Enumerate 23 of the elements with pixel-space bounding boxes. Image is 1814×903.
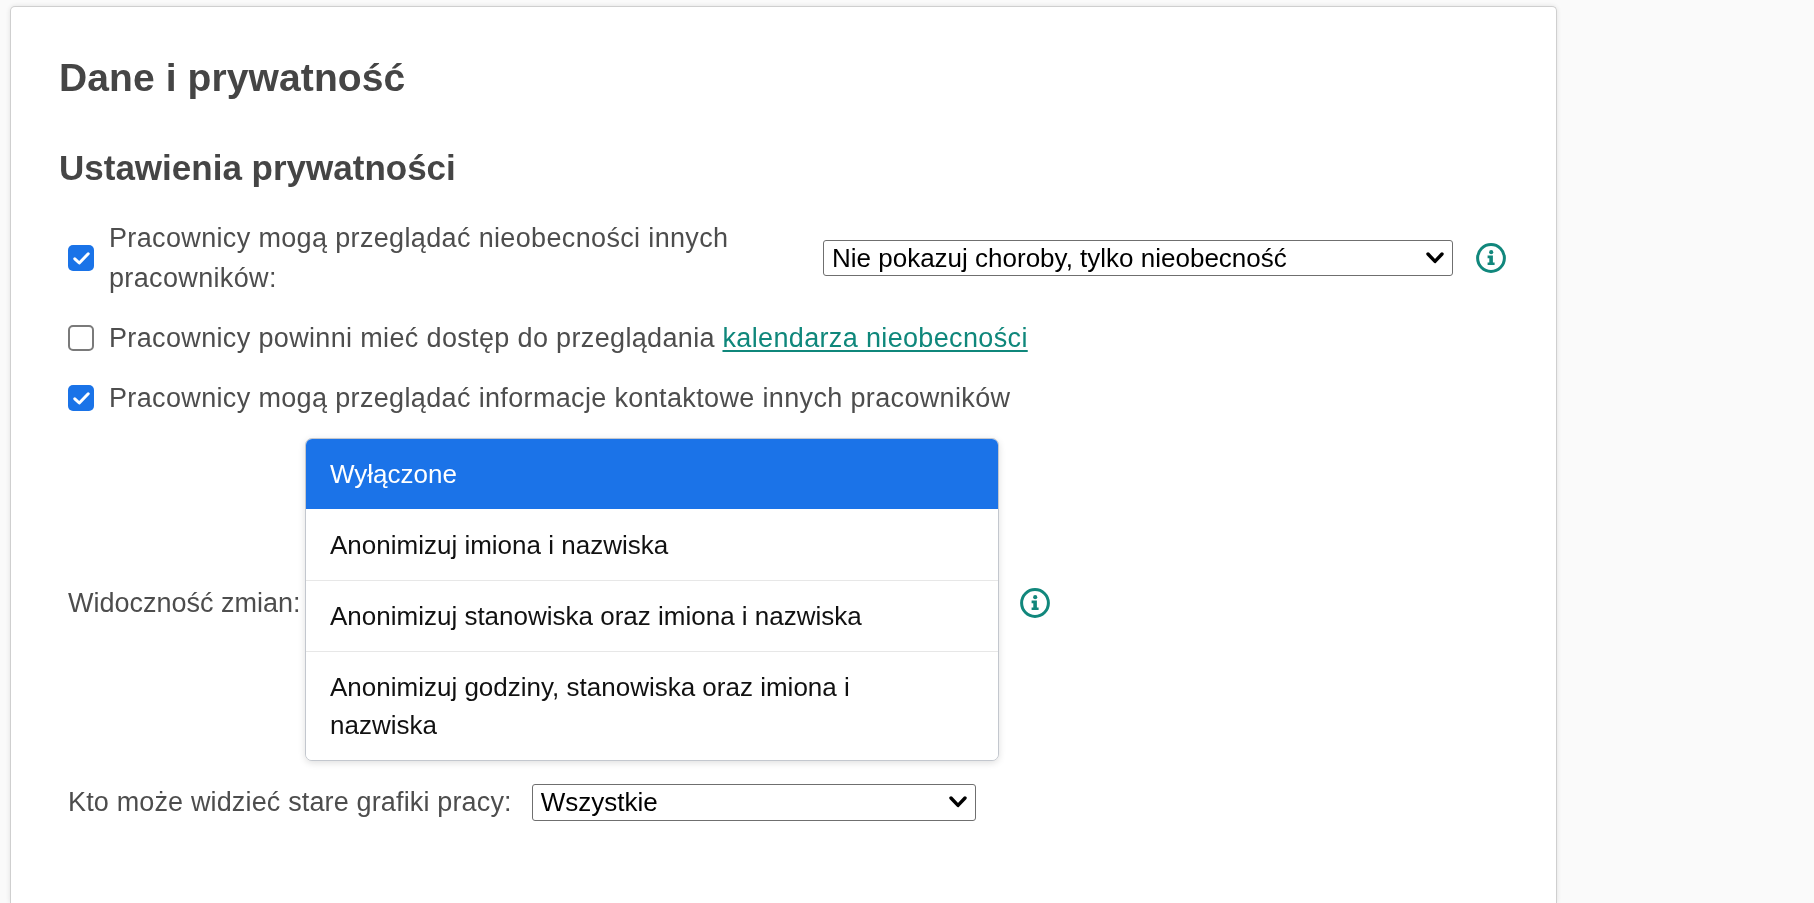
checkbox[interactable]: [68, 385, 94, 411]
section-heading: Ustawienia prywatności: [59, 148, 457, 188]
chevron-down-icon: [1426, 252, 1444, 264]
checkmark-icon: [72, 251, 90, 265]
setting-label: Pracownicy mogą przeglądać informacje kontaktowe innych pracowników: [109, 382, 1011, 415]
checkbox[interactable]: [68, 245, 94, 271]
dropdown-select[interactable]: Wszystkie: [531, 783, 976, 821]
dropdown-option[interactable]: Wyłączone: [306, 439, 998, 509]
setting-label: Widoczność zmian:: [68, 587, 301, 620]
dropdown-option[interactable]: Anonimizuj stanowiska oraz imiona i nazwiska: [306, 580, 998, 651]
checkbox[interactable]: [68, 325, 94, 351]
setting-label: Pracownicy mogą przeglądać nieobecności innych pracowników:: [109, 222, 730, 295]
setting-label: Pracownicy powinni mieć dostęp do przeglądania kalendarza nieobecności: [109, 322, 1028, 355]
chevron-down-icon: [948, 796, 967, 808]
dropdown-select[interactable]: Nie pokazuj choroby, tylko nieobecność: [823, 240, 1453, 276]
setting-label: Kto może widzieć stare grafiki pracy:: [68, 786, 512, 819]
dropdown-option[interactable]: Anonimizuj imiona i nazwiska: [306, 509, 998, 580]
dropdown-option[interactable]: Anonimizuj godziny, stanowiska oraz imiona i nazwiska: [306, 651, 998, 760]
calendar-link[interactable]: kalendarza nieobecności: [722, 323, 1028, 353]
info-icon[interactable]: [1020, 588, 1050, 618]
info-icon[interactable]: [1476, 243, 1506, 273]
checkmark-icon: [72, 391, 90, 405]
page-title: Dane i prywatność: [59, 55, 407, 101]
